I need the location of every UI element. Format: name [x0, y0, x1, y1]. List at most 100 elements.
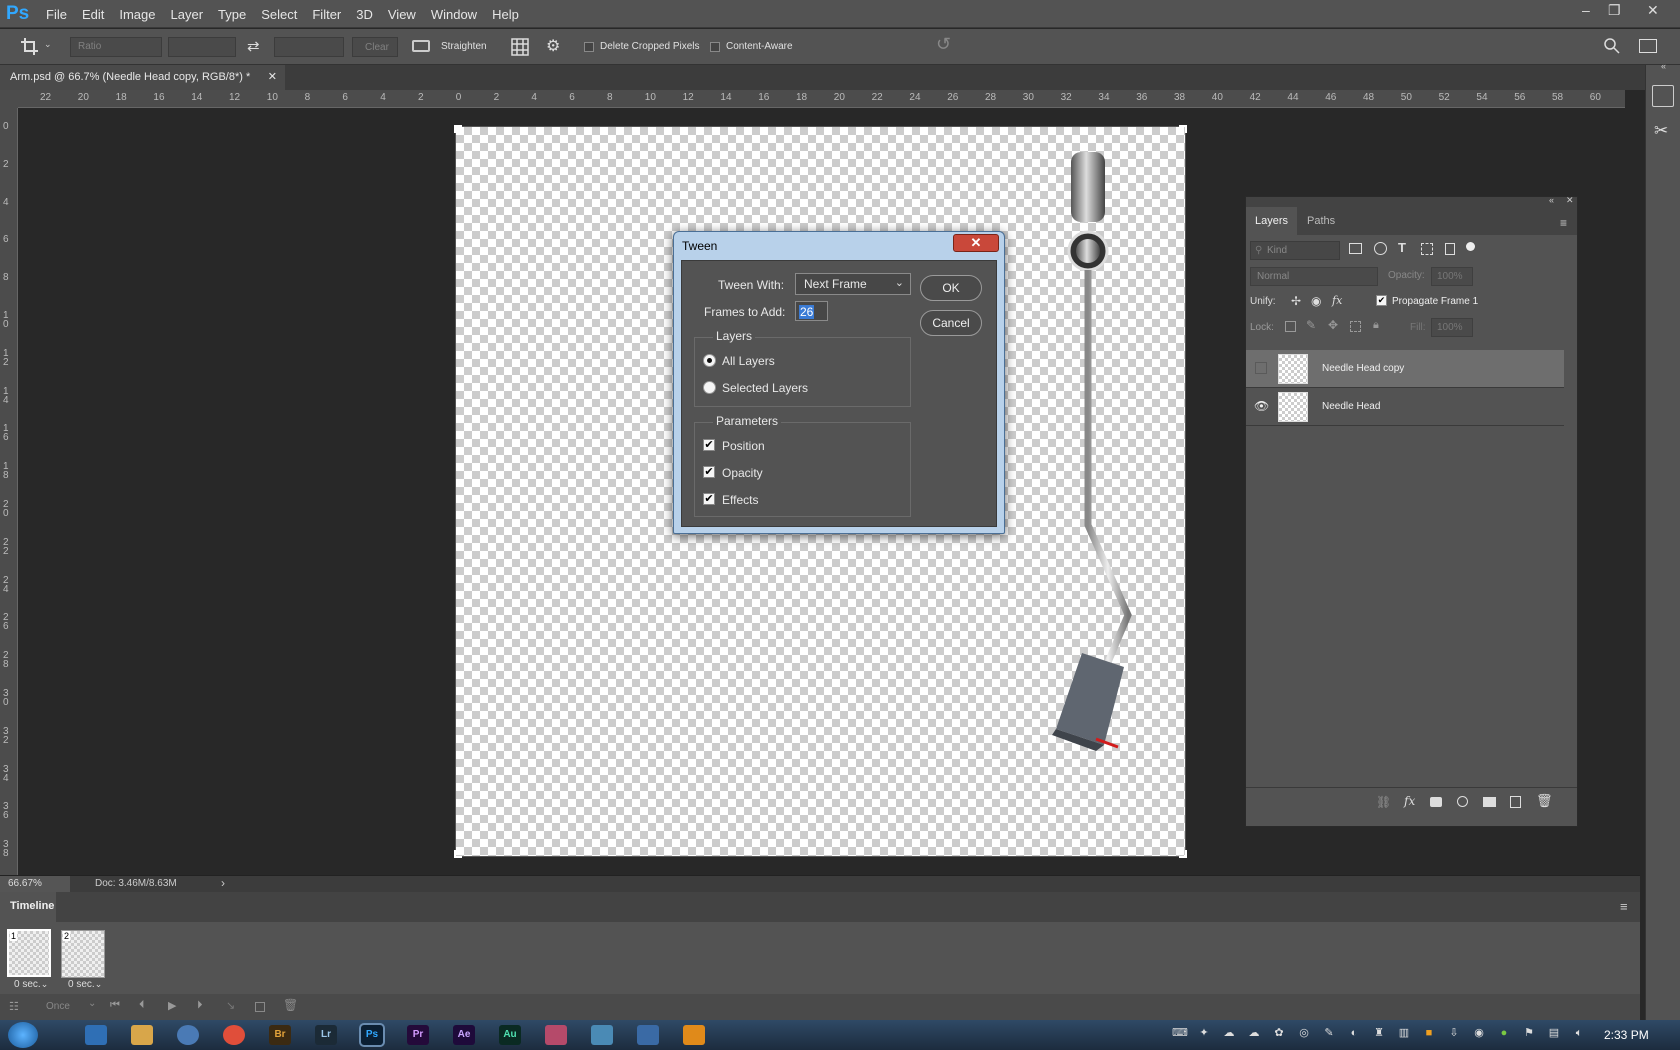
- layer-name[interactable]: Needle Head: [1322, 401, 1380, 412]
- visibility-toggle-off[interactable]: [1255, 362, 1267, 374]
- tween-icon[interactable]: ↘: [226, 999, 235, 1012]
- clock[interactable]: 2:33 PM: [1604, 1028, 1649, 1042]
- crop-handle-bottom-left[interactable]: [454, 850, 462, 858]
- fx-icon[interactable]: fx: [1404, 794, 1415, 808]
- start-button[interactable]: [8, 1022, 38, 1048]
- taskbar-chrome-icon[interactable]: [223, 1025, 245, 1045]
- taskbar-after-effects-icon[interactable]: Ae: [453, 1025, 475, 1045]
- menu-file[interactable]: File: [46, 7, 67, 22]
- effects-checkbox[interactable]: ✔: [703, 493, 715, 505]
- taskbar-app-icon[interactable]: [637, 1025, 659, 1045]
- menu-layer[interactable]: Layer: [171, 7, 204, 22]
- menu-filter[interactable]: Filter: [312, 7, 341, 22]
- tray-app-icon[interactable]: ♜: [1372, 1026, 1386, 1040]
- taskbar-audition-icon[interactable]: Au: [499, 1025, 521, 1045]
- lock-brush-icon[interactable]: ✎: [1306, 318, 1316, 332]
- collapse-icon[interactable]: «: [1661, 61, 1666, 71]
- taskbar-app-icon[interactable]: [545, 1025, 567, 1045]
- menu-type[interactable]: Type: [218, 7, 246, 22]
- adjustment-filter-icon[interactable]: [1374, 242, 1387, 255]
- filter-kind-select[interactable]: ⚲ Kind: [1250, 241, 1340, 260]
- layer-row-needle-head[interactable]: 👁︎ Needle Head: [1246, 388, 1564, 426]
- close-icon[interactable]: ✕: [1566, 195, 1574, 206]
- effects-label[interactable]: Effects: [722, 493, 758, 507]
- workspace-icon[interactable]: [1639, 39, 1657, 53]
- tab-layers[interactable]: Layers: [1246, 207, 1298, 235]
- menu-3d[interactable]: 3D: [356, 7, 373, 22]
- previous-frame-icon[interactable]: ⏴︎: [139, 999, 145, 1012]
- width-field[interactable]: [168, 37, 236, 57]
- selected-layers-label[interactable]: Selected Layers: [722, 381, 808, 395]
- taskbar-explorer-icon[interactable]: [131, 1025, 153, 1045]
- layer-row-needle-head-copy[interactable]: Needle Head copy: [1246, 350, 1564, 388]
- timeline-tab[interactable]: Timeline: [0, 892, 56, 922]
- dialog-close-button[interactable]: ✕: [953, 234, 999, 252]
- duplicate-frame-icon[interactable]: [255, 1002, 265, 1012]
- straighten-icon[interactable]: [412, 40, 430, 52]
- panel-menu-icon[interactable]: ≡: [1620, 899, 1628, 914]
- taskbar-lightroom-icon[interactable]: Lr: [315, 1025, 337, 1045]
- cloud-icon[interactable]: ☁: [1247, 1026, 1261, 1040]
- tray-app-icon[interactable]: ⇩: [1447, 1026, 1461, 1040]
- lock-artboard-icon[interactable]: [1350, 321, 1361, 332]
- clear-button[interactable]: Clear: [352, 37, 398, 57]
- ok-button[interactable]: OK: [920, 275, 982, 301]
- chevron-down-icon[interactable]: ⌄: [44, 39, 52, 50]
- swap-icon[interactable]: ⇄: [247, 37, 260, 55]
- tray-app-icon[interactable]: ●: [1497, 1026, 1511, 1040]
- status-arrow[interactable]: ›: [221, 876, 225, 890]
- type-filter-icon[interactable]: T: [1398, 240, 1406, 255]
- taskbar-app-icon[interactable]: [591, 1025, 613, 1045]
- folder-icon[interactable]: [1483, 797, 1496, 807]
- menu-select[interactable]: Select: [261, 7, 297, 22]
- layer-name[interactable]: Needle Head copy: [1322, 363, 1404, 374]
- shape-filter-icon[interactable]: [1421, 243, 1433, 255]
- menu-image[interactable]: Image: [119, 7, 155, 22]
- gear-icon[interactable]: ⚙: [546, 36, 560, 56]
- selected-layers-radio[interactable]: [703, 381, 716, 394]
- document-tab[interactable]: Arm.psd @ 66.7% (Needle Head copy, RGB/8…: [0, 65, 285, 90]
- tool-presets-icon[interactable]: ✂: [1654, 121, 1668, 141]
- opacity-label[interactable]: Opacity: [722, 466, 763, 480]
- frames-to-add-input[interactable]: 26: [795, 301, 828, 321]
- tray-app-icon[interactable]: ◐: [1347, 1026, 1361, 1040]
- menu-window[interactable]: Window: [431, 7, 477, 22]
- tray-app-icon[interactable]: ◉: [1472, 1026, 1486, 1040]
- network-icon[interactable]: ▤: [1547, 1026, 1561, 1040]
- lock-all-icon[interactable]: 🔒︎: [1373, 319, 1379, 332]
- vertical-ruler[interactable]: 0 2 4 6 8 10 12 14 16 18 20 22 24 26 28 30 32 34 36 38: [0, 108, 18, 875]
- flag-icon[interactable]: ⚑: [1522, 1026, 1536, 1040]
- tray-app-icon[interactable]: ■: [1422, 1026, 1436, 1040]
- tab-paths[interactable]: Paths: [1298, 207, 1344, 235]
- cloud-icon[interactable]: ☁: [1222, 1026, 1236, 1040]
- taskbar-browser-icon[interactable]: [177, 1025, 199, 1045]
- crop-tool-icon[interactable]: [20, 37, 40, 57]
- pixel-filter-icon[interactable]: [1349, 243, 1362, 254]
- tray-app-icon[interactable]: ✦: [1197, 1026, 1211, 1040]
- tray-app-icon[interactable]: ✿: [1272, 1026, 1286, 1040]
- opacity-field[interactable]: 100%: [1431, 267, 1473, 286]
- unify-visibility-icon[interactable]: ◉: [1311, 294, 1321, 308]
- position-checkbox[interactable]: ✔: [703, 439, 715, 451]
- taskbar-photoshop-icon[interactable]: Ps: [361, 1025, 383, 1045]
- search-icon[interactable]: [1604, 38, 1620, 54]
- taskbar-premiere-icon[interactable]: Pr: [407, 1025, 429, 1045]
- new-layer-icon[interactable]: [1510, 796, 1521, 808]
- trash-icon[interactable]: 🗑︎: [1536, 793, 1553, 809]
- lock-position-icon[interactable]: ✥: [1328, 318, 1338, 332]
- taskbar-vlc-icon[interactable]: [683, 1025, 705, 1045]
- tray-app-icon[interactable]: ✎: [1322, 1026, 1336, 1040]
- doc-size[interactable]: Doc: 3.46M/8.63M: [95, 878, 177, 889]
- straighten-label[interactable]: Straighten: [441, 41, 487, 52]
- blend-mode-select[interactable]: Normal: [1250, 267, 1378, 286]
- frame-1[interactable]: 1: [7, 929, 51, 977]
- trash-icon[interactable]: 🗑︎: [283, 998, 298, 1012]
- restore-button[interactable]: ❐: [1608, 2, 1621, 19]
- taskbar-bridge-icon[interactable]: Br: [269, 1025, 291, 1045]
- minimize-button[interactable]: –: [1582, 2, 1590, 18]
- ratio-select[interactable]: Ratio: [70, 37, 162, 57]
- content-aware-checkbox[interactable]: [710, 42, 720, 52]
- tray-app-icon[interactable]: ◎: [1297, 1026, 1311, 1040]
- adjustment-layer-icon[interactable]: [1457, 796, 1468, 807]
- propagate-frame-checkbox[interactable]: ✔: [1376, 295, 1387, 306]
